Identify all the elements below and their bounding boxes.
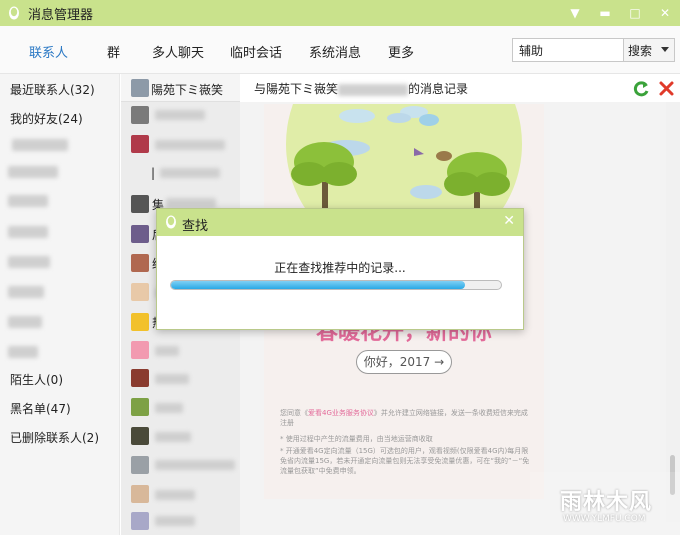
avatar[interactable] xyxy=(131,512,149,530)
contact-name-fragment: | xyxy=(151,166,156,180)
avatar[interactable] xyxy=(131,398,149,416)
blurred-group-item[interactable] xyxy=(8,195,48,207)
avatar[interactable] xyxy=(131,225,149,243)
category-my-friends[interactable]: 我的好友(24) xyxy=(10,110,83,127)
message-record-title: 与陽苑下ミ嶶笑 的消息记录 xyxy=(254,80,468,97)
hello-2017-button[interactable]: 你好，2017 → xyxy=(356,350,452,374)
selected-contact[interactable]: 陽苑下ミ嶶笑 xyxy=(121,74,240,102)
qq-penguin-icon xyxy=(166,215,176,229)
search-dialog: 查找 ✕ 正在查找推荐中的记录... xyxy=(156,208,524,330)
blurred-contact-name[interactable] xyxy=(155,140,225,150)
tab-contacts[interactable]: 联系人 xyxy=(29,42,68,61)
progress-fill xyxy=(171,281,465,289)
promo-fine-print: 您同意《爱看4G业务服务协议》并允许建立网络链接，发送一条收费短信来完成注册 xyxy=(280,408,530,428)
avatar xyxy=(131,79,149,97)
selected-contact-name: 陽苑下ミ嶶笑 xyxy=(151,83,224,97)
blurred-group-item[interactable] xyxy=(8,346,38,358)
category-strangers[interactable]: 陌生人(0) xyxy=(10,371,63,388)
dropdown-menu-button[interactable]: ▼ xyxy=(560,0,590,26)
delete-icon[interactable] xyxy=(658,80,675,97)
tab-system-messages[interactable]: 系统消息 xyxy=(309,42,361,61)
blurred-group-item[interactable] xyxy=(8,286,44,298)
dialog-title: 查找 xyxy=(182,219,209,234)
window-controls: ▼ ▬ □ ✕ xyxy=(560,0,680,26)
blurred-text xyxy=(338,83,409,96)
close-window-button[interactable]: ✕ xyxy=(650,0,680,26)
avatar[interactable] xyxy=(131,313,149,331)
blurred-contact-name[interactable] xyxy=(160,168,220,178)
category-recent-contacts[interactable]: 最近联系人(32) xyxy=(10,81,95,98)
blurred-contact-name[interactable] xyxy=(155,490,195,500)
blurred-contact-name[interactable] xyxy=(155,403,183,413)
chevron-down-icon[interactable] xyxy=(661,47,669,52)
service-agreement-link[interactable]: 爱看4G业务服务协议 xyxy=(308,409,374,417)
avatar[interactable] xyxy=(131,369,149,387)
message-title-suffix: 的消息记录 xyxy=(408,82,469,96)
avatar[interactable] xyxy=(131,485,149,503)
minimize-button[interactable]: ▬ xyxy=(590,0,620,26)
blurred-contact-name[interactable] xyxy=(155,516,195,526)
watermark-url: WWW.YLMFU.COM xyxy=(563,514,646,524)
fine-print-lead: 您同意《 xyxy=(280,409,308,417)
dialog-close-button[interactable]: ✕ xyxy=(503,213,515,229)
avatar[interactable] xyxy=(131,341,149,359)
blurred-contact-name[interactable] xyxy=(155,432,191,442)
blurred-contact-name[interactable] xyxy=(155,374,189,384)
avatar[interactable] xyxy=(131,254,149,272)
blurred-group-item[interactable] xyxy=(8,226,48,238)
search-progress-bar xyxy=(170,280,502,290)
title-bar: 消息管理器 ▼ ▬ □ ✕ xyxy=(0,0,680,26)
refresh-icon[interactable] xyxy=(632,80,650,98)
avatar[interactable] xyxy=(131,283,149,301)
avatar[interactable] xyxy=(131,456,149,474)
blurred-contact-name[interactable] xyxy=(166,198,216,208)
avatar[interactable] xyxy=(131,135,149,153)
tab-temp-session[interactable]: 临时会话 xyxy=(230,42,282,61)
dialog-status-text: 正在查找推荐中的记录... xyxy=(274,261,406,275)
tab-more[interactable]: 更多 xyxy=(388,42,414,61)
blurred-group-item[interactable] xyxy=(12,139,68,151)
blurred-group-item[interactable] xyxy=(8,256,50,268)
promo-fine-print-2: * 使用过程中产生的流量费用，由当地运营商收取 xyxy=(280,435,433,443)
blurred-contact-name[interactable] xyxy=(155,110,205,120)
category-blacklist[interactable]: 黑名单(47) xyxy=(10,400,71,417)
maximize-button[interactable]: □ xyxy=(620,0,650,26)
watermark-text: 雨林木风 xyxy=(560,490,653,515)
tab-multi-chat[interactable]: 多人聊天 xyxy=(152,42,204,61)
search-button[interactable]: 搜索 xyxy=(623,38,675,62)
category-deleted-contacts[interactable]: 已删除联系人(2) xyxy=(10,429,99,446)
blurred-group-item[interactable] xyxy=(8,166,58,178)
avatar[interactable] xyxy=(131,106,149,124)
search-button-label: 搜索 xyxy=(628,43,653,58)
avatar[interactable] xyxy=(131,427,149,445)
blurred-group-item[interactable] xyxy=(8,316,42,328)
dialog-title-bar: 查找 ✕ xyxy=(157,209,523,236)
message-title-prefix: 与陽苑下ミ嶶笑 xyxy=(254,82,339,96)
search-input[interactable]: 辅助 xyxy=(512,38,624,62)
blurred-contact-name[interactable] xyxy=(155,346,179,356)
qq-penguin-icon xyxy=(9,6,19,20)
avatar[interactable] xyxy=(131,195,149,213)
promo-fine-print-3: * 开通爱看4G定向流量（15G）可选包的用户，观看视频(仅限爱看4G内)每月限… xyxy=(280,447,530,475)
tab-groups[interactable]: 群 xyxy=(107,42,120,61)
blurred-contact-name[interactable] xyxy=(155,460,235,470)
window-title: 消息管理器 xyxy=(28,7,94,23)
